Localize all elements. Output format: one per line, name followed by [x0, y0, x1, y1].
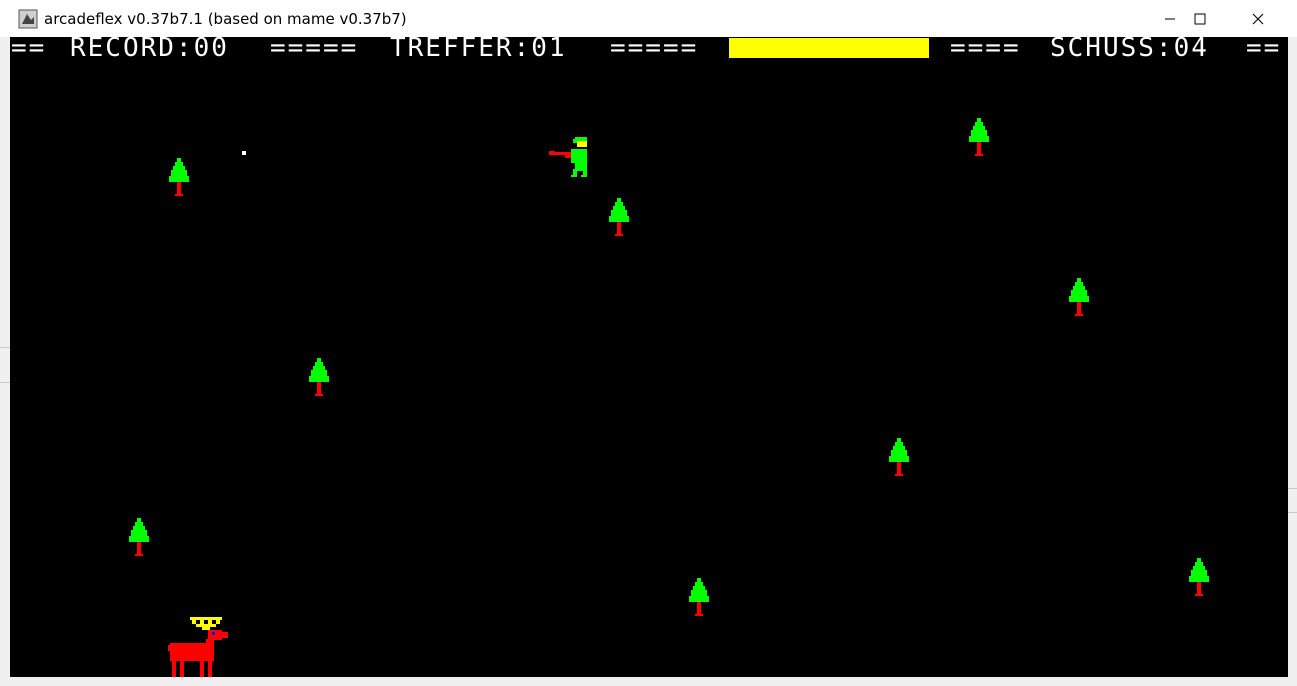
tree — [169, 158, 189, 196]
tree — [129, 518, 149, 556]
playfield — [129, 118, 1209, 677]
window-right-edge — [1288, 37, 1297, 686]
window-title: arcadeflex v0.37b7.1 (based on mame v0.3… — [44, 10, 407, 28]
window-bottom-edge — [10, 677, 1288, 686]
title-bar: arcadeflex v0.37b7.1 (based on mame v0.3… — [0, 0, 1297, 37]
tree — [1069, 278, 1089, 316]
tree — [309, 358, 329, 396]
app-icon — [18, 9, 38, 29]
tree — [689, 578, 709, 616]
deer — [168, 617, 228, 677]
bullet — [242, 151, 246, 155]
maximize-button[interactable] — [1171, 0, 1229, 37]
hunter — [549, 137, 587, 177]
tree — [1189, 558, 1209, 596]
tree — [889, 438, 909, 476]
window-left-edge — [0, 37, 10, 686]
maximize-icon — [1194, 13, 1206, 25]
game-screen[interactable]: == RECORD:00 ===== TREFFER:01 ===== ====… — [10, 37, 1288, 677]
close-button[interactable] — [1229, 0, 1287, 37]
close-icon — [1252, 13, 1264, 25]
tree — [609, 198, 629, 236]
tree — [969, 118, 989, 156]
